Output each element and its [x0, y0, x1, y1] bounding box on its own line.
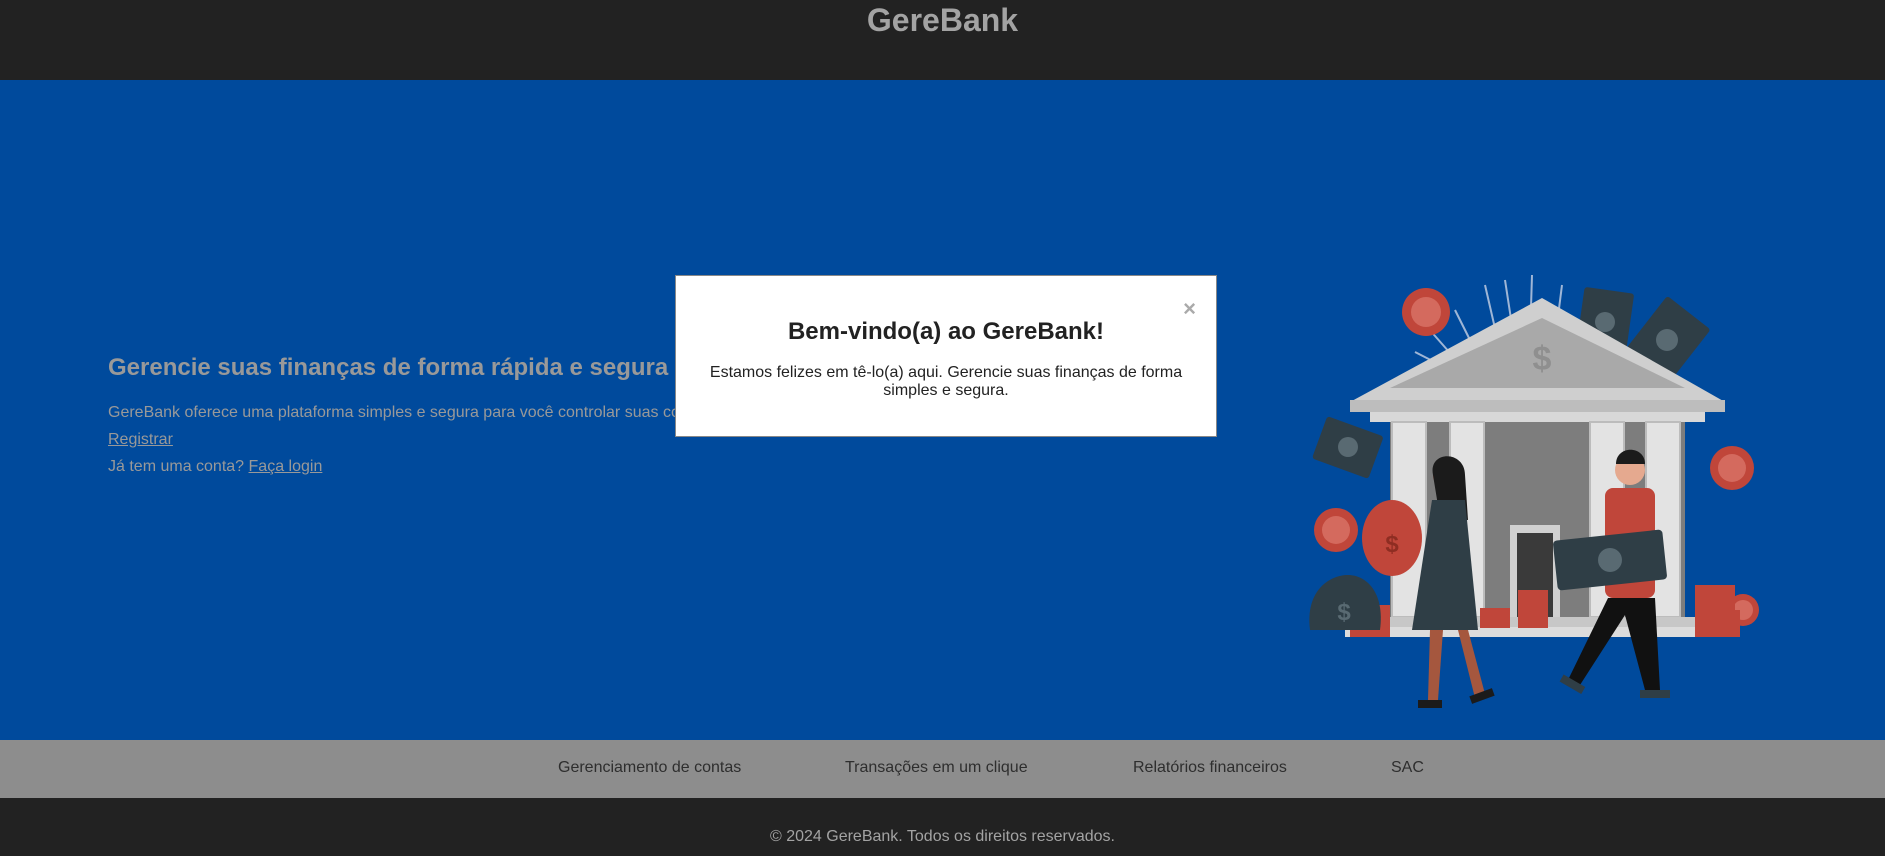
nav-item-transacoes-em-um-clique[interactable]: Transações em um clique	[845, 759, 1028, 777]
register-link[interactable]: Registrar	[108, 431, 173, 449]
login-link[interactable]: Faça login	[249, 458, 323, 475]
modal-title: Bem-vindo(a) ao GereBank!	[787, 318, 1105, 345]
modal-text: Estamos felizes em tê-lo(a) aqui. Gerenc…	[709, 364, 1183, 399]
login-line: Já tem uma conta? Faça login	[108, 458, 1208, 476]
nav-item-relatorios-financeiros[interactable]: Relatórios financeiros	[1133, 759, 1287, 777]
site-footer: © 2024 GereBank. Todos os direitos reser…	[0, 798, 1885, 856]
svg-text:$: $	[1337, 599, 1351, 626]
footer-nav: Gerenciamento de contas Transações em um…	[0, 740, 1885, 798]
svg-text:$: $	[1385, 531, 1399, 558]
svg-text:$: $	[1533, 340, 1552, 378]
nav-item-sac[interactable]: SAC	[1391, 759, 1424, 777]
nav-item-gerenciamento-de-contas[interactable]: Gerenciamento de contas	[558, 759, 741, 777]
login-prompt: Já tem uma conta?	[108, 458, 245, 475]
brand-title: GereBank	[866, 2, 1019, 38]
bank-illustration-icon: $ $ $	[1309, 274, 1759, 708]
site-header: GereBank	[0, 0, 1885, 80]
welcome-modal: × Bem-vindo(a) ao GereBank! Estamos feli…	[675, 275, 1217, 437]
close-icon[interactable]: ×	[1183, 298, 1196, 320]
copyright-text: © 2024 GereBank. Todos os direitos reser…	[769, 828, 1115, 845]
